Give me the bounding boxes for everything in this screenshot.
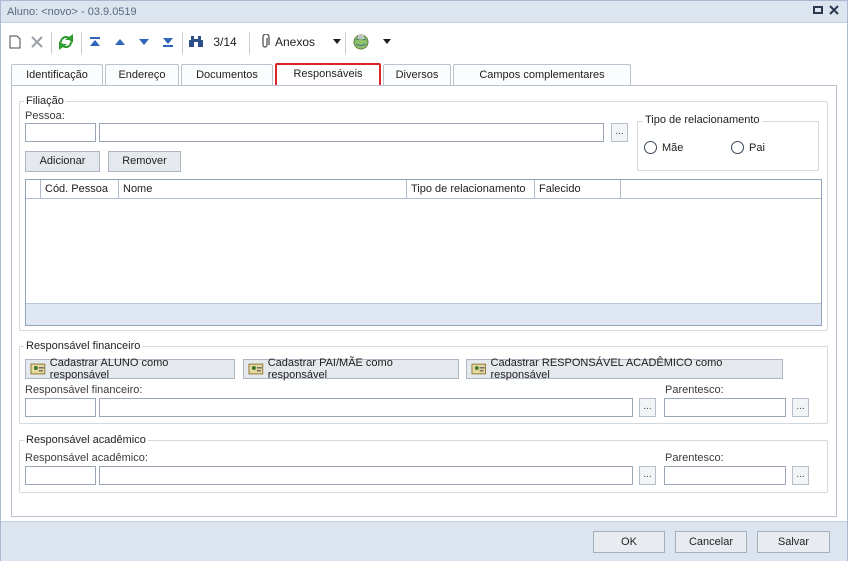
grid-col-tipo-relacionamento[interactable]: Tipo de relacionamento [406,180,534,199]
grid-footer [26,303,821,325]
relationship-legend: Tipo de relacionamento [643,114,762,126]
refresh-icon[interactable] [57,32,75,52]
last-record-icon[interactable] [160,32,176,52]
financeiro-parentesco-lookup-button[interactable]: ... [792,398,809,417]
adicionar-button[interactable]: Adicionar [25,151,100,172]
paperclip-icon [257,32,273,52]
cadastrar-academico-label: Cadastrar RESPONSÁVEL ACADÊMICO como res… [490,357,723,381]
pessoa-code-input[interactable] [25,123,96,142]
binoculars-icon[interactable] [187,32,205,52]
academico-field-label: Responsável acadêmico: [25,452,148,464]
radio-pai[interactable]: Pai [731,141,765,154]
cadastrar-pai-mae-label: Cadastrar PAI/MÃE como responsável [267,357,393,381]
person-card-icon [248,363,264,375]
financeiro-name-input[interactable] [99,398,633,417]
radio-mae-circle[interactable] [644,141,657,154]
pessoa-label: Pessoa: [25,110,65,122]
academico-legend: Responsável acadêmico [24,434,148,446]
financeiro-lookup-button[interactable]: ... [639,398,656,417]
person-card-icon [471,363,487,375]
grid-col-nome[interactable]: Nome [118,180,406,199]
new-document-icon[interactable] [7,32,23,52]
previous-record-icon[interactable] [112,32,128,52]
pessoa-name-input[interactable] [99,123,604,142]
radio-mae-label: Mãe [662,141,684,154]
financeiro-field-label: Responsável financeiro: [25,384,143,396]
academico-parentesco-label: Parentesco: [665,452,724,464]
remover-button[interactable]: Remover [108,151,181,172]
cancel-button[interactable]: Cancelar [675,531,747,553]
cadastrar-pai-mae-button[interactable]: Cadastrar PAI/MÃE como responsável [243,357,459,381]
title-bar: Aluno: <novo> - 03.9.0519 [1,1,847,23]
record-counter: 3/14 [213,35,237,49]
tab-responsaveis[interactable]: Responsáveis [275,63,381,87]
globe-dropdown-icon[interactable] [381,32,393,52]
academico-lookup-button[interactable]: ... [639,466,656,485]
restore-icon[interactable] [811,4,825,18]
financeiro-code-input[interactable] [25,398,96,417]
pessoa-lookup-button[interactable]: ... [611,123,628,142]
tab-campos-complementares[interactable]: Campos complementares [453,64,631,86]
student-window: Aluno: <novo> - 03.9.0519 3/14 Anexos Id… [0,0,848,561]
anexos-button[interactable]: Anexos [275,32,323,52]
grid-header: Cód. Pessoa Nome Tipo de relacionamento … [26,180,821,199]
financeiro-legend: Responsável financeiro [24,340,143,352]
delete-icon[interactable] [29,32,45,52]
person-card-icon [30,363,46,375]
tab-diversos[interactable]: Diversos [383,64,451,86]
cadastrar-aluno-label: Cadastrar ALUNO como responsável [49,357,169,381]
tab-endereco[interactable]: Endereço [105,64,179,86]
academico-name-input[interactable] [99,466,633,485]
financeiro-parentesco-label: Parentesco: [665,384,724,396]
cadastrar-aluno-button[interactable]: Cadastrar ALUNO como responsável [25,357,235,381]
first-record-icon[interactable] [87,32,103,52]
next-record-icon[interactable] [136,32,152,52]
filiacao-legend: Filiação [24,95,66,107]
window-title: Aluno: <novo> - 03.9.0519 [7,6,137,18]
close-icon[interactable] [827,4,841,18]
dialog-footer: OK Cancelar Salvar [1,521,847,561]
globe-icon[interactable] [351,32,371,52]
grid-col-cod-pessoa[interactable]: Cód. Pessoa [40,180,118,199]
radio-pai-label: Pai [749,141,765,154]
toolbar: 3/14 Anexos [1,24,847,60]
academico-parentesco-input[interactable] [664,466,786,485]
tab-documentos[interactable]: Documentos [181,64,273,86]
filiacao-grid[interactable]: Cód. Pessoa Nome Tipo de relacionamento … [25,179,822,326]
ok-button[interactable]: OK [593,531,665,553]
cadastrar-academico-button[interactable]: Cadastrar RESPONSÁVEL ACADÊMICO como res… [466,357,783,381]
grid-col-falecido[interactable]: Falecido [534,180,620,199]
save-button[interactable]: Salvar [757,531,830,553]
academico-parentesco-lookup-button[interactable]: ... [792,466,809,485]
grid-col-empty [620,180,821,199]
anexos-dropdown-icon[interactable] [331,32,343,52]
tab-identificacao[interactable]: Identificação [11,64,103,86]
radio-mae[interactable]: Mãe [644,141,683,154]
financeiro-parentesco-input[interactable] [664,398,786,417]
radio-pai-circle[interactable] [731,141,744,154]
academico-code-input[interactable] [25,466,96,485]
